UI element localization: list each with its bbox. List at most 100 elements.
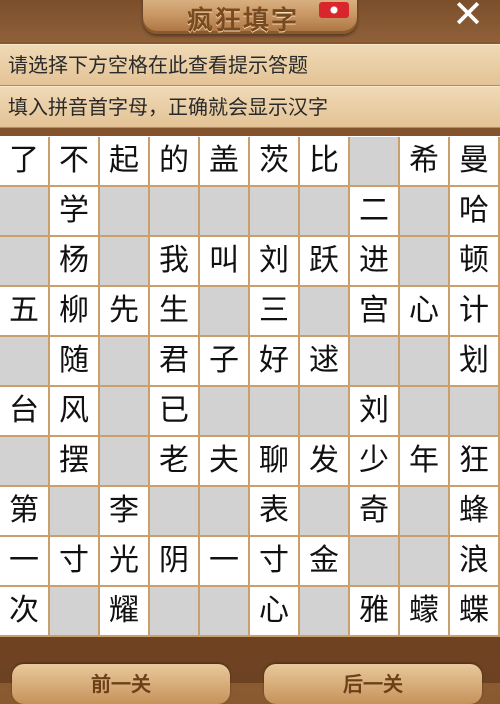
blank-cell[interactable] xyxy=(50,487,100,537)
filled-cell: 宫 xyxy=(350,287,400,337)
blank-cell[interactable] xyxy=(200,587,250,637)
filled-cell: 计 xyxy=(450,287,500,337)
filled-cell: 划 xyxy=(450,337,500,387)
blank-cell[interactable] xyxy=(350,537,400,587)
blank-cell[interactable] xyxy=(150,487,200,537)
filled-cell: 寸 xyxy=(250,537,300,587)
filled-cell: 好 xyxy=(250,337,300,387)
blank-cell[interactable] xyxy=(350,137,400,187)
filled-cell: 逑 xyxy=(300,337,350,387)
bookmark-icon[interactable] xyxy=(319,2,349,18)
filled-cell: 次 xyxy=(0,587,50,637)
filled-cell: 随 xyxy=(50,337,100,387)
blank-cell[interactable] xyxy=(300,587,350,637)
prev-level-button[interactable]: 前一关 xyxy=(12,664,230,704)
filled-cell: 茨 xyxy=(250,137,300,187)
blank-cell[interactable] xyxy=(300,187,350,237)
blank-cell[interactable] xyxy=(400,237,450,287)
filled-cell: 不 xyxy=(50,137,100,187)
blank-cell[interactable] xyxy=(200,487,250,537)
filled-cell: 蝶 xyxy=(450,587,500,637)
blank-cell[interactable] xyxy=(400,487,450,537)
blank-cell[interactable] xyxy=(150,587,200,637)
filled-cell: 光 xyxy=(100,537,150,587)
hint-line-1: 请选择下方空格在此查看提示答题 xyxy=(0,44,500,86)
filled-cell: 阴 xyxy=(150,537,200,587)
filled-cell: 金 xyxy=(300,537,350,587)
blank-cell[interactable] xyxy=(400,187,450,237)
blank-cell[interactable] xyxy=(400,337,450,387)
filled-cell: 三 xyxy=(250,287,300,337)
blank-cell[interactable] xyxy=(200,387,250,437)
filled-cell: 表 xyxy=(250,487,300,537)
filled-cell: 摆 xyxy=(50,437,100,487)
filled-cell: 比 xyxy=(300,137,350,187)
filled-cell: 奇 xyxy=(350,487,400,537)
blank-cell[interactable] xyxy=(150,187,200,237)
filled-cell: 刘 xyxy=(350,387,400,437)
blank-cell[interactable] xyxy=(450,387,500,437)
blank-cell[interactable] xyxy=(100,387,150,437)
filled-cell: 盖 xyxy=(200,137,250,187)
blank-cell[interactable] xyxy=(50,587,100,637)
filled-cell: 君 xyxy=(150,337,200,387)
hint-line-2: 填入拼音首字母，正确就会显示汉字 xyxy=(0,86,500,128)
filled-cell: 年 xyxy=(400,437,450,487)
blank-cell[interactable] xyxy=(0,437,50,487)
next-level-button[interactable]: 后一关 xyxy=(264,664,482,704)
filled-cell: 聊 xyxy=(250,437,300,487)
blank-cell[interactable] xyxy=(300,287,350,337)
filled-cell: 叫 xyxy=(200,237,250,287)
blank-cell[interactable] xyxy=(200,187,250,237)
filled-cell: 哈 xyxy=(450,187,500,237)
blank-cell[interactable] xyxy=(400,387,450,437)
filled-cell: 第 xyxy=(0,487,50,537)
filled-cell: 心 xyxy=(250,587,300,637)
filled-cell: 雅 xyxy=(350,587,400,637)
filled-cell: 狂 xyxy=(450,437,500,487)
blank-cell[interactable] xyxy=(100,187,150,237)
filled-cell: 一 xyxy=(0,537,50,587)
blank-cell[interactable] xyxy=(350,337,400,387)
page-title: 疯狂填字 xyxy=(186,6,299,36)
filled-cell: 柳 xyxy=(50,287,100,337)
blank-cell[interactable] xyxy=(300,387,350,437)
filled-cell: 的 xyxy=(150,137,200,187)
filled-cell: 耀 xyxy=(100,587,150,637)
blank-cell[interactable] xyxy=(250,387,300,437)
filled-cell: 五 xyxy=(0,287,50,337)
filled-cell: 一 xyxy=(200,537,250,587)
blank-cell[interactable] xyxy=(250,187,300,237)
filled-cell: 刘 xyxy=(250,237,300,287)
blank-cell[interactable] xyxy=(100,237,150,287)
blank-cell[interactable] xyxy=(0,337,50,387)
filled-cell: 夫 xyxy=(200,437,250,487)
filled-cell: 我 xyxy=(150,237,200,287)
blank-cell[interactable] xyxy=(100,337,150,387)
blank-cell[interactable] xyxy=(100,437,150,487)
crossword-board: 了不起的盖茨比希曼学二哈杨我叫刘跃进顿五柳先生三宫心计随君子好逑划台风已刘摆老夫… xyxy=(0,136,500,637)
filled-cell: 少 xyxy=(350,437,400,487)
header-bar: 疯狂填字 ✕ xyxy=(0,0,500,42)
blank-cell[interactable] xyxy=(0,237,50,287)
filled-cell: 李 xyxy=(100,487,150,537)
filled-cell: 老 xyxy=(150,437,200,487)
blank-cell[interactable] xyxy=(200,287,250,337)
filled-cell: 子 xyxy=(200,337,250,387)
filled-cell: 希 xyxy=(400,137,450,187)
blank-cell[interactable] xyxy=(400,537,450,587)
filled-cell: 二 xyxy=(350,187,400,237)
filled-cell: 先 xyxy=(100,287,150,337)
filled-cell: 起 xyxy=(100,137,150,187)
filled-cell: 了 xyxy=(0,137,50,187)
filled-cell: 杨 xyxy=(50,237,100,287)
filled-cell: 蠓 xyxy=(400,587,450,637)
filled-cell: 已 xyxy=(150,387,200,437)
close-icon[interactable]: ✕ xyxy=(450,0,486,33)
filled-cell: 风 xyxy=(50,387,100,437)
blank-cell[interactable] xyxy=(0,187,50,237)
filled-cell: 蜂 xyxy=(450,487,500,537)
blank-cell[interactable] xyxy=(300,487,350,537)
filled-cell: 浪 xyxy=(450,537,500,587)
filled-cell: 发 xyxy=(300,437,350,487)
